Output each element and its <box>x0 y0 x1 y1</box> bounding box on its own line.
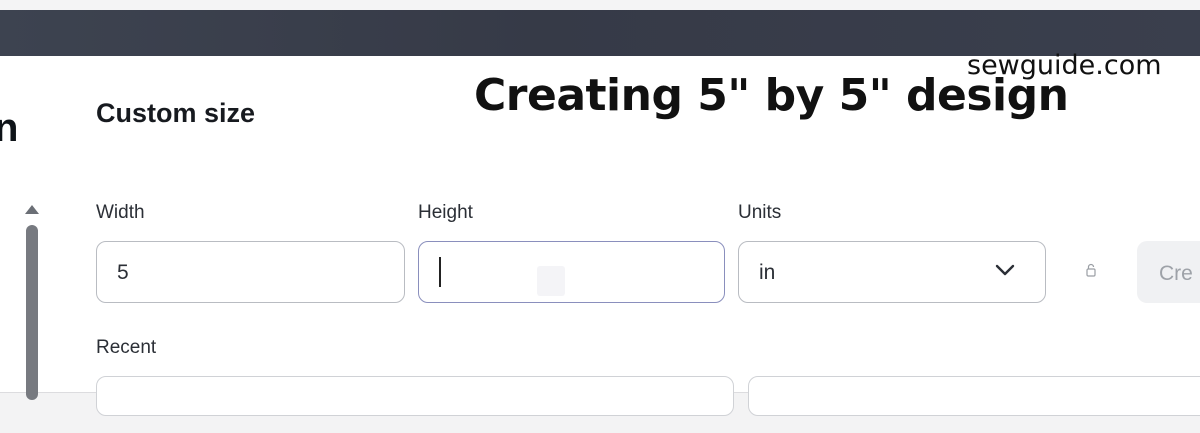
height-label: Height <box>418 202 473 223</box>
recent-label: Recent <box>96 337 157 358</box>
units-select[interactable]: in <box>738 241 1046 303</box>
recent-item[interactable] <box>96 376 734 416</box>
scroll-up-icon[interactable] <box>25 205 39 214</box>
recent-item[interactable] <box>748 376 1200 416</box>
chevron-down-icon <box>995 264 1015 276</box>
text-cursor <box>439 257 441 287</box>
cursor-ghost-artifact <box>537 266 565 296</box>
cropped-heading-fragment: n <box>0 106 19 150</box>
width-value: 5 <box>117 261 129 284</box>
custom-size-title: Custom size <box>96 98 256 128</box>
height-input[interactable] <box>418 241 725 303</box>
scrollbar-thumb[interactable] <box>26 225 38 400</box>
units-value: in <box>759 261 776 284</box>
create-design-button[interactable]: Cre <box>1137 241 1200 303</box>
watermark-text: sewguide.com <box>967 50 1162 81</box>
units-label: Units <box>738 202 782 223</box>
window-top-edge <box>0 0 1200 10</box>
width-input[interactable]: 5 <box>96 241 405 303</box>
lock-icon[interactable] <box>1086 263 1096 277</box>
create-button-label: Cre <box>1159 262 1193 285</box>
width-label: Width <box>96 202 145 223</box>
